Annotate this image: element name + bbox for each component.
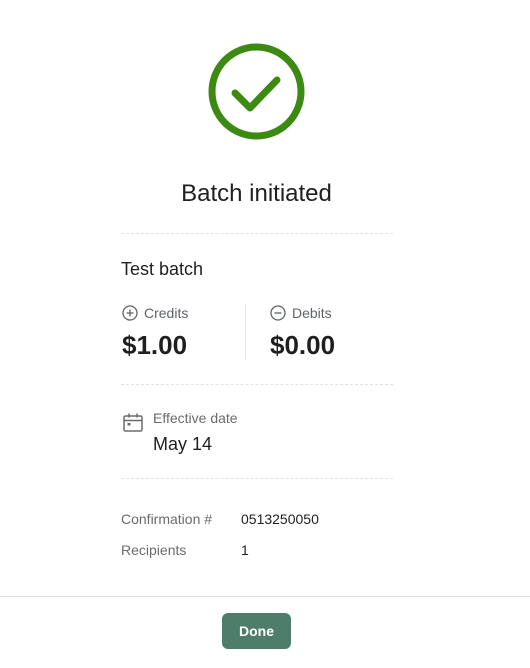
confirmation-number-label: Confirmation # xyxy=(121,511,213,527)
batch-name: Test batch xyxy=(121,259,204,279)
divider xyxy=(121,233,393,234)
recipients-value: 1 xyxy=(241,542,249,558)
credits-label-row: Credits xyxy=(122,305,188,321)
divider xyxy=(121,478,393,479)
calendar-icon xyxy=(123,413,143,432)
minus-circle-icon xyxy=(270,305,286,321)
recipients-label: Recipients xyxy=(121,542,187,558)
batch-confirmation-page: Batch initiated Test batch Credits $1.00… xyxy=(0,0,530,668)
effective-date-label: Effective date xyxy=(153,410,238,426)
footer-divider xyxy=(0,596,530,597)
done-button[interactable]: Done xyxy=(222,613,291,649)
confirmation-number-value: 0513250050 xyxy=(241,511,319,527)
debits-label: Debits xyxy=(292,305,332,321)
credits-summary: Credits $1.00 xyxy=(122,305,188,361)
vertical-separator xyxy=(245,304,246,360)
plus-circle-icon xyxy=(122,305,138,321)
effective-date-value: May 14 xyxy=(153,434,213,454)
divider xyxy=(121,384,393,385)
checkmark-circle-icon xyxy=(208,43,305,140)
debits-label-row: Debits xyxy=(270,305,335,321)
credits-amount: $1.00 xyxy=(122,330,188,360)
credits-label: Credits xyxy=(144,305,189,321)
page-title: Batch initiated xyxy=(181,180,332,207)
debits-amount: $0.00 xyxy=(270,330,336,360)
debits-summary: Debits $0.00 xyxy=(270,305,335,361)
